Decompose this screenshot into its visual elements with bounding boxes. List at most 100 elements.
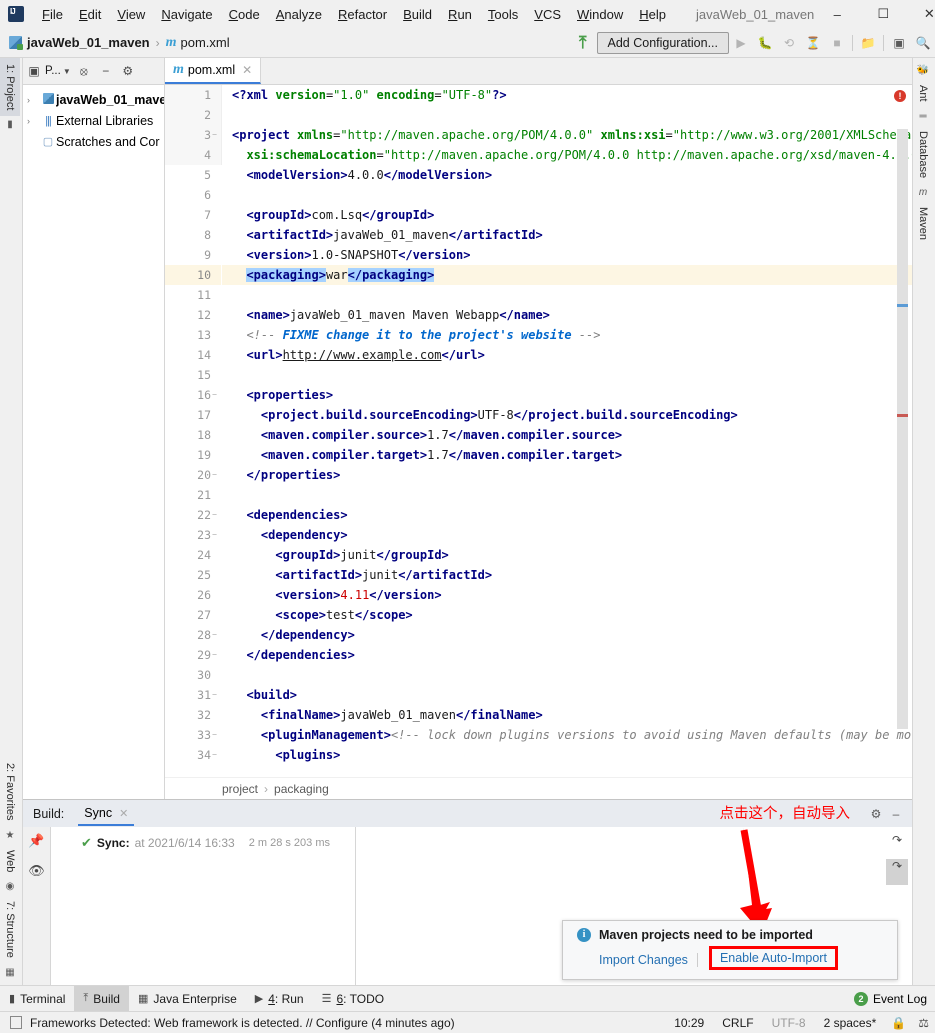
gear-icon[interactable]: ⚙	[866, 807, 886, 821]
add-configuration-button[interactable]: Add Configuration...	[596, 31, 729, 54]
code-fold-icon[interactable]: −	[210, 505, 219, 525]
code-fold-icon[interactable]: −	[210, 625, 219, 645]
code-line[interactable]: <dependencies>	[222, 505, 912, 525]
status-message[interactable]: Frameworks Detected: Web framework is de…	[30, 1016, 455, 1030]
code-line[interactable]	[222, 365, 912, 385]
menu-item-edit[interactable]: Edit	[71, 3, 109, 26]
select-target-icon[interactable]: ▣	[887, 31, 911, 55]
code-line[interactable]: </dependencies>	[222, 645, 912, 665]
code-line[interactable]: <maven.compiler.source>1.7</maven.compil…	[222, 425, 912, 445]
tab-sync[interactable]: Sync ✕	[78, 801, 135, 826]
sidebar-item-maven[interactable]: Maven	[913, 201, 933, 246]
breadcrumb-project[interactable]: javaWeb_01_maven	[27, 35, 150, 50]
code-line[interactable]: <name>javaWeb_01_maven Maven Webapp</nam…	[222, 305, 912, 325]
code-line[interactable]: <artifactId>junit</artifactId>	[222, 565, 912, 585]
run-icon[interactable]: ▶	[729, 31, 753, 55]
code-line[interactable]: <modelVersion>4.0.0</modelVersion>	[222, 165, 912, 185]
pin-icon[interactable]: 📌	[23, 833, 50, 863]
lock-icon[interactable]: 🔒	[885, 1016, 912, 1030]
inspections-icon[interactable]: ⚖	[912, 1016, 935, 1030]
expand-arrow-icon[interactable]: ›	[27, 95, 40, 105]
close-button[interactable]: ✕	[906, 0, 935, 28]
menu-item-build[interactable]: Build	[395, 3, 440, 26]
code-line[interactable]: <build>	[222, 685, 912, 705]
indent-setting[interactable]: 2 spaces*	[815, 1016, 886, 1030]
sidebar-item-ant[interactable]: Ant	[913, 79, 933, 108]
eye-icon[interactable]: 👁	[23, 863, 50, 893]
minimize-icon[interactable]: –	[886, 807, 906, 821]
sync-result-row[interactable]: ✔ Sync: at 2021/6/14 16:33 2 m 28 s 203 …	[51, 833, 355, 853]
menu-item-help[interactable]: Help	[631, 3, 674, 26]
code-line[interactable]: <properties>	[222, 385, 912, 405]
close-icon[interactable]: ✕	[242, 63, 252, 77]
menu-item-run[interactable]: Run	[440, 3, 480, 26]
vcs-update-icon[interactable]: ⤒	[579, 33, 587, 53]
code-line[interactable]: <finalName>javaWeb_01_maven</finalName>	[222, 705, 912, 725]
breadcrumb-node-packaging[interactable]: packaging	[274, 782, 329, 796]
breadcrumb-file[interactable]: pom.xml	[181, 35, 230, 50]
build-results-tree[interactable]: ✔ Sync: at 2021/6/14 16:33 2 m 28 s 203 …	[51, 827, 356, 985]
caret-position[interactable]: 10:29	[665, 1016, 713, 1030]
code-line[interactable]	[222, 185, 912, 205]
chevron-down-icon[interactable]: ▼	[61, 60, 73, 82]
menu-item-vcs[interactable]: VCS	[526, 3, 569, 26]
sidebar-item-structure[interactable]: 7: Structure	[0, 895, 20, 964]
profiler-icon[interactable]: ⏳	[801, 31, 825, 55]
code-lines[interactable]: <?xml version="1.0" encoding="UTF-8"?> <p…	[222, 85, 912, 762]
editor-scrollbar[interactable]	[897, 129, 908, 752]
bottom-tool-build[interactable]: ⤒ Build	[74, 985, 129, 1012]
close-icon[interactable]: ✕	[119, 807, 128, 820]
code-line[interactable]: <?xml version="1.0" encoding="UTF-8"?>	[222, 85, 912, 105]
code-line[interactable]: <version>1.0-SNAPSHOT</version>	[222, 245, 912, 265]
menu-item-file[interactable]: File	[34, 3, 71, 26]
scrollbar-marker-change[interactable]	[897, 304, 908, 307]
code-line[interactable]: <pluginManagement><!-- lock down plugins…	[222, 725, 912, 745]
code-line[interactable]: <artifactId>javaWeb_01_maven</artifactId…	[222, 225, 912, 245]
sidebar-item-project[interactable]: 1: Project	[0, 58, 20, 117]
code-line[interactable]: <maven.compiler.target>1.7</maven.compil…	[222, 445, 912, 465]
code-fold-icon[interactable]: −	[210, 645, 219, 665]
menu-item-view[interactable]: View	[109, 3, 153, 26]
menu-item-code[interactable]: Code	[221, 3, 268, 26]
code-line[interactable]: <packaging>war</packaging>	[222, 265, 912, 285]
bottom-tool-terminal[interactable]: ▮ Terminal	[0, 986, 74, 1012]
project-view-selector-icon[interactable]: ▣	[23, 60, 45, 82]
code-line[interactable]	[222, 105, 912, 125]
code-line[interactable]: <version>4.11</version>	[222, 585, 912, 605]
code-line[interactable]: <project xmlns="http://maven.apache.org/…	[222, 125, 912, 145]
code-line[interactable]: <!-- FIXME change it to the project's we…	[222, 325, 912, 345]
sidebar-item-database[interactable]: Database	[913, 125, 933, 184]
menu-item-tools[interactable]: Tools	[480, 3, 526, 26]
code-fold-icon[interactable]: −	[210, 685, 219, 705]
editor-body[interactable]: ! 1 2 3−4 5 6 7 8 9 10 11 12 13 14 15 16−17 18 19 20−21 22…	[165, 85, 912, 777]
stop-icon[interactable]: ■	[825, 31, 849, 55]
code-line[interactable]: <dependency>	[222, 525, 912, 545]
code-line[interactable]: </dependency>	[222, 625, 912, 645]
line-separator[interactable]: CRLF	[713, 1016, 762, 1030]
minimize-button[interactable]: –	[814, 0, 860, 28]
code-line[interactable]: <project.build.sourceEncoding>UTF-8</pro…	[222, 405, 912, 425]
bottom-tool-java-enterprise[interactable]: ▦ Java Enterprise	[129, 986, 246, 1012]
code-line[interactable]: <groupId>com.Lsq</groupId>	[222, 205, 912, 225]
sidebar-item-favorites[interactable]: 2: Favorites	[0, 757, 20, 826]
code-line[interactable]: <url>http://www.example.com</url>	[222, 345, 912, 365]
search-everywhere-icon[interactable]: 🔍	[911, 31, 935, 55]
code-line[interactable]: <groupId>junit</groupId>	[222, 545, 912, 565]
file-encoding[interactable]: UTF-8	[763, 1016, 815, 1030]
menu-item-analyze[interactable]: Analyze	[268, 3, 330, 26]
code-line[interactable]: xsi:schemaLocation="http://maven.apache.…	[222, 145, 912, 165]
bottom-tool-6-todo[interactable]: ☰ 6: TODO	[313, 986, 393, 1012]
menu-item-navigate[interactable]: Navigate	[153, 3, 220, 26]
bottom-tool-4-run[interactable]: ▶ 4: Run	[246, 986, 313, 1012]
maximize-button[interactable]: ☐	[860, 0, 906, 28]
expand-arrow-icon[interactable]: ›	[27, 116, 40, 126]
code-line[interactable]	[222, 285, 912, 305]
code-fold-icon[interactable]: −	[210, 745, 219, 765]
run-with-coverage-icon[interactable]: ⟲	[777, 31, 801, 55]
enable-auto-import-link[interactable]: Enable Auto-Import	[708, 946, 838, 970]
import-changes-link[interactable]: Import Changes	[599, 953, 688, 967]
code-fold-icon[interactable]: −	[210, 385, 219, 405]
breadcrumb-node-project[interactable]: project	[222, 782, 258, 796]
menu-item-refactor[interactable]: Refactor	[330, 3, 395, 26]
tree-node[interactable]: › ||| External Libraries	[23, 110, 164, 131]
